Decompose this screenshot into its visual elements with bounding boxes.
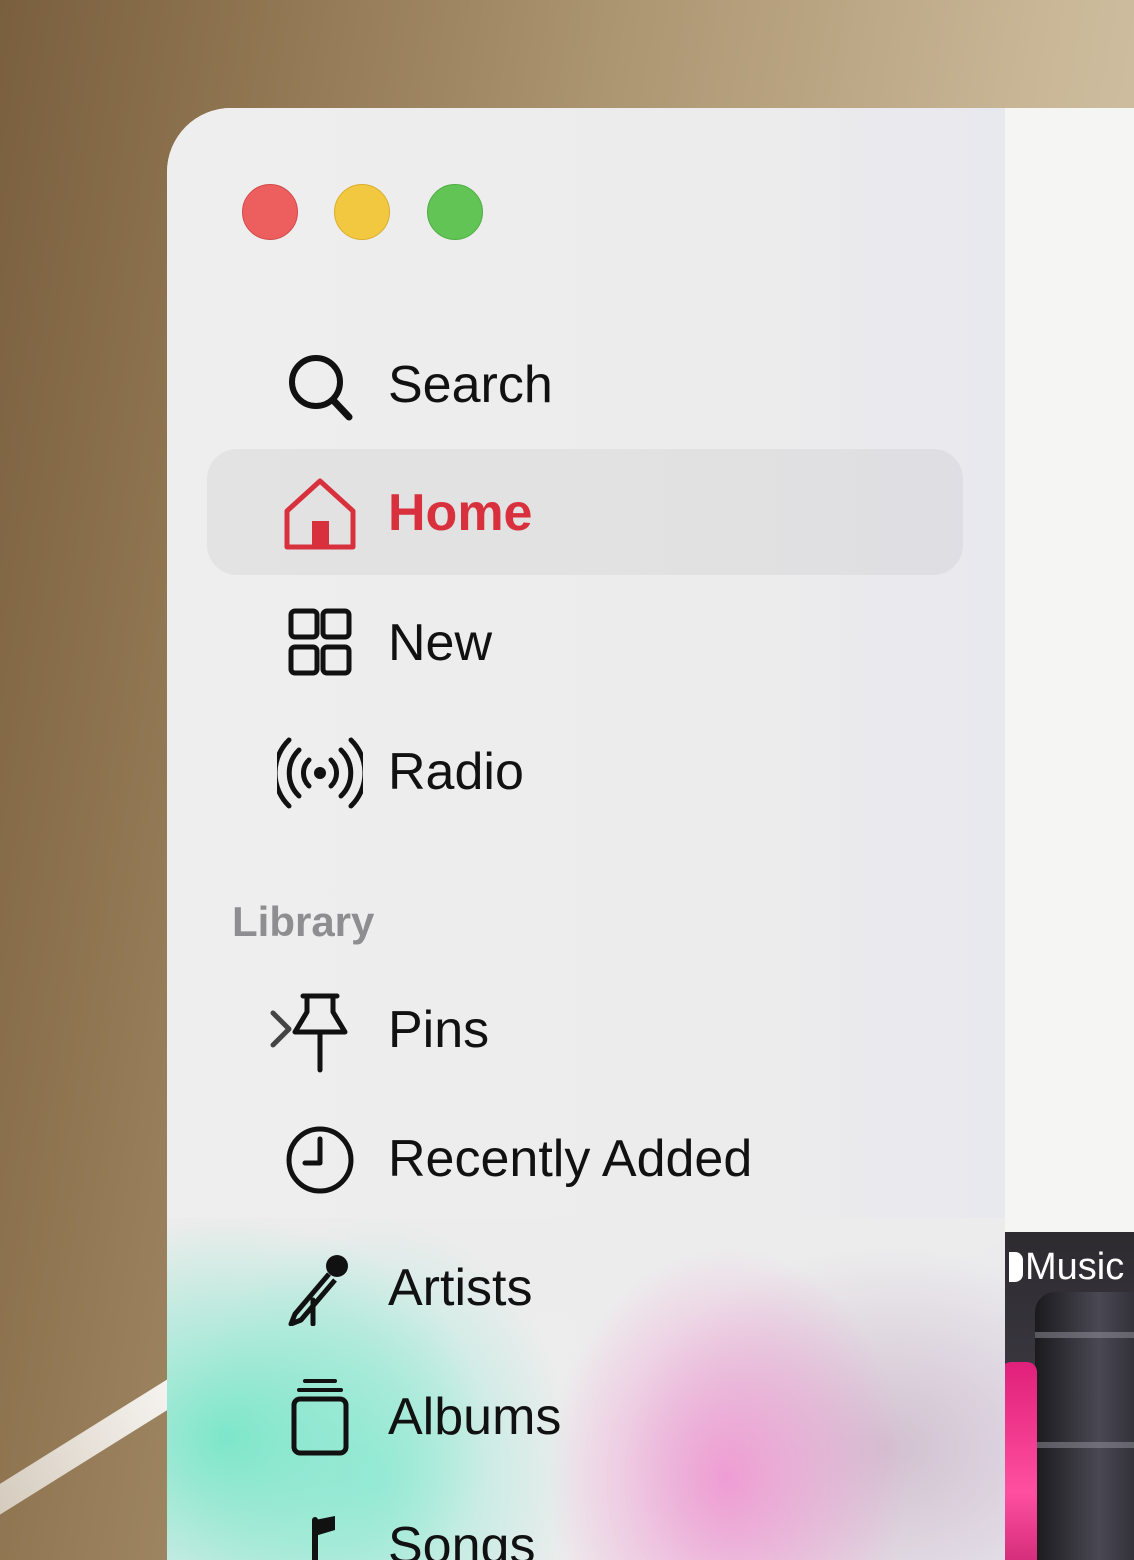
banner-ring — [1035, 1442, 1134, 1448]
sidebar-item-label: Home — [388, 484, 533, 542]
sidebar-item-new[interactable]: New — [207, 579, 963, 705]
apple-music-banner[interactable]: Music — [1005, 1232, 1134, 1560]
clock-icon — [277, 1123, 363, 1197]
sidebar-item-label: Pins — [388, 1001, 490, 1059]
sidebar-item-label: Artists — [388, 1259, 533, 1317]
sidebar-item-albums[interactable]: Albums — [207, 1353, 963, 1479]
sidebar-item-label: Search — [388, 356, 553, 414]
window-close-button[interactable] — [242, 184, 298, 240]
window-maximize-button[interactable] — [427, 184, 483, 240]
search-icon — [277, 349, 363, 423]
sidebar-item-artists[interactable]: Artists — [207, 1224, 963, 1350]
banner-artwork — [1035, 1292, 1134, 1560]
sidebar-item-songs[interactable]: Songs — [207, 1482, 963, 1560]
sidebar-item-pins[interactable]: Pins — [207, 966, 963, 1092]
microphone-icon — [277, 1252, 363, 1327]
house-icon — [277, 477, 363, 551]
banner-ring — [1035, 1332, 1134, 1338]
music-note-icon — [277, 1510, 363, 1560]
grid-icon — [277, 607, 363, 681]
album-stack-icon — [277, 1377, 363, 1457]
window-minimize-button[interactable] — [334, 184, 390, 240]
sidebar-item-label: Recently Added — [388, 1130, 753, 1188]
banner-label-text: Music — [1025, 1246, 1125, 1288]
sidebar: Search Home New Radio Library Pins Recen… — [167, 108, 1005, 1560]
library-section-title: Library — [232, 898, 375, 945]
banner-label: Music — [1009, 1246, 1124, 1289]
sidebar-item-label: Albums — [388, 1388, 562, 1446]
sidebar-item-label: Songs — [388, 1517, 536, 1560]
music-app-window: Search Home New Radio Library Pins Recen… — [167, 108, 1134, 1560]
sidebar-item-home[interactable]: Home — [207, 449, 963, 575]
main-content: Music — [1005, 108, 1134, 1560]
banner-pink-accent — [1005, 1362, 1037, 1560]
sidebar-item-recently-added[interactable]: Recently Added — [207, 1095, 963, 1221]
sidebar-item-label: New — [388, 614, 493, 672]
sidebar-item-search[interactable]: Search — [207, 321, 963, 447]
apple-logo-icon — [1009, 1252, 1023, 1282]
pin-icon — [277, 990, 363, 1074]
desktop-background: Search Home New Radio Library Pins Recen… — [0, 0, 1134, 1560]
sidebar-item-radio[interactable]: Radio — [207, 708, 963, 834]
broadcast-icon — [272, 736, 368, 810]
sidebar-item-label: Radio — [388, 743, 524, 801]
